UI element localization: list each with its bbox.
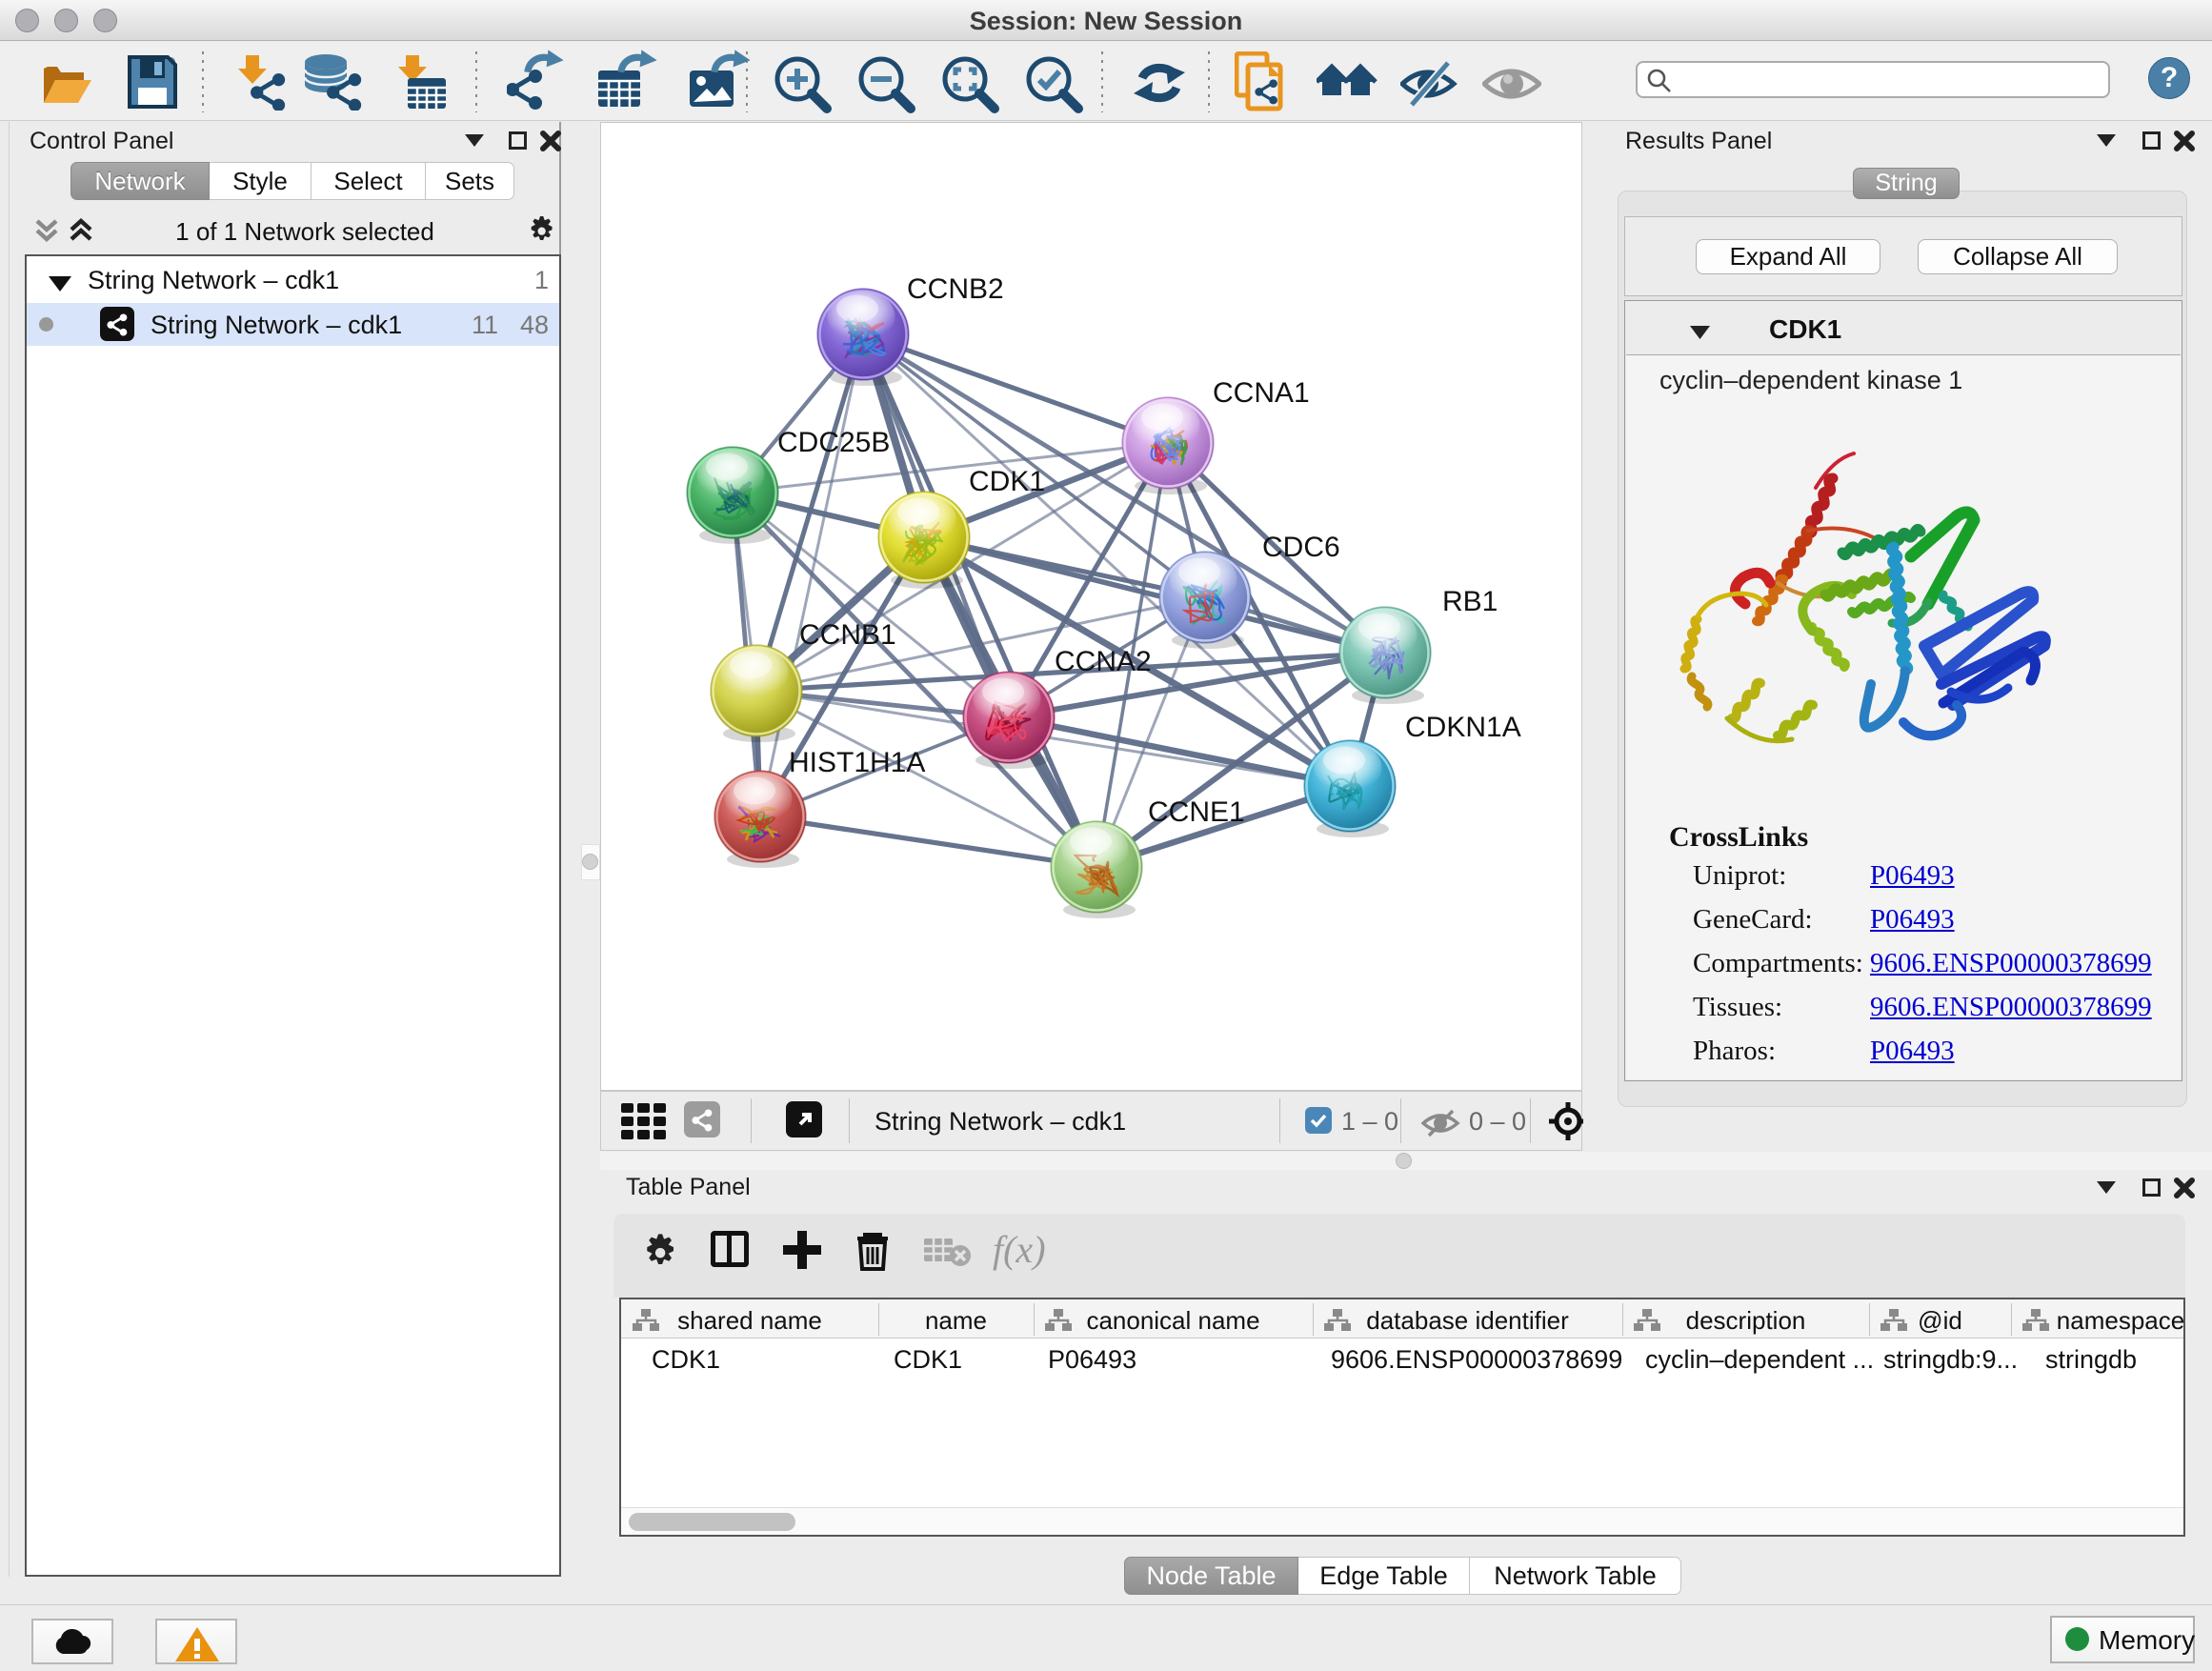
svg-text:HIST1H1A: HIST1H1A [789, 747, 925, 778]
svg-text:CCNA2: CCNA2 [1055, 646, 1152, 677]
svg-text:CCNB2: CCNB2 [907, 273, 1004, 305]
svg-text:CCNE1: CCNE1 [1148, 796, 1245, 828]
svg-text:RB1: RB1 [1442, 586, 1498, 617]
svg-text:CDK1: CDK1 [969, 466, 1045, 497]
svg-text:CCNB1: CCNB1 [799, 619, 896, 651]
svg-text:CDC6: CDC6 [1262, 532, 1340, 563]
svg-text:CDKN1A: CDKN1A [1405, 712, 1521, 743]
svg-text:CCNA1: CCNA1 [1213, 377, 1310, 409]
svg-text:CDC25B: CDC25B [777, 427, 890, 458]
